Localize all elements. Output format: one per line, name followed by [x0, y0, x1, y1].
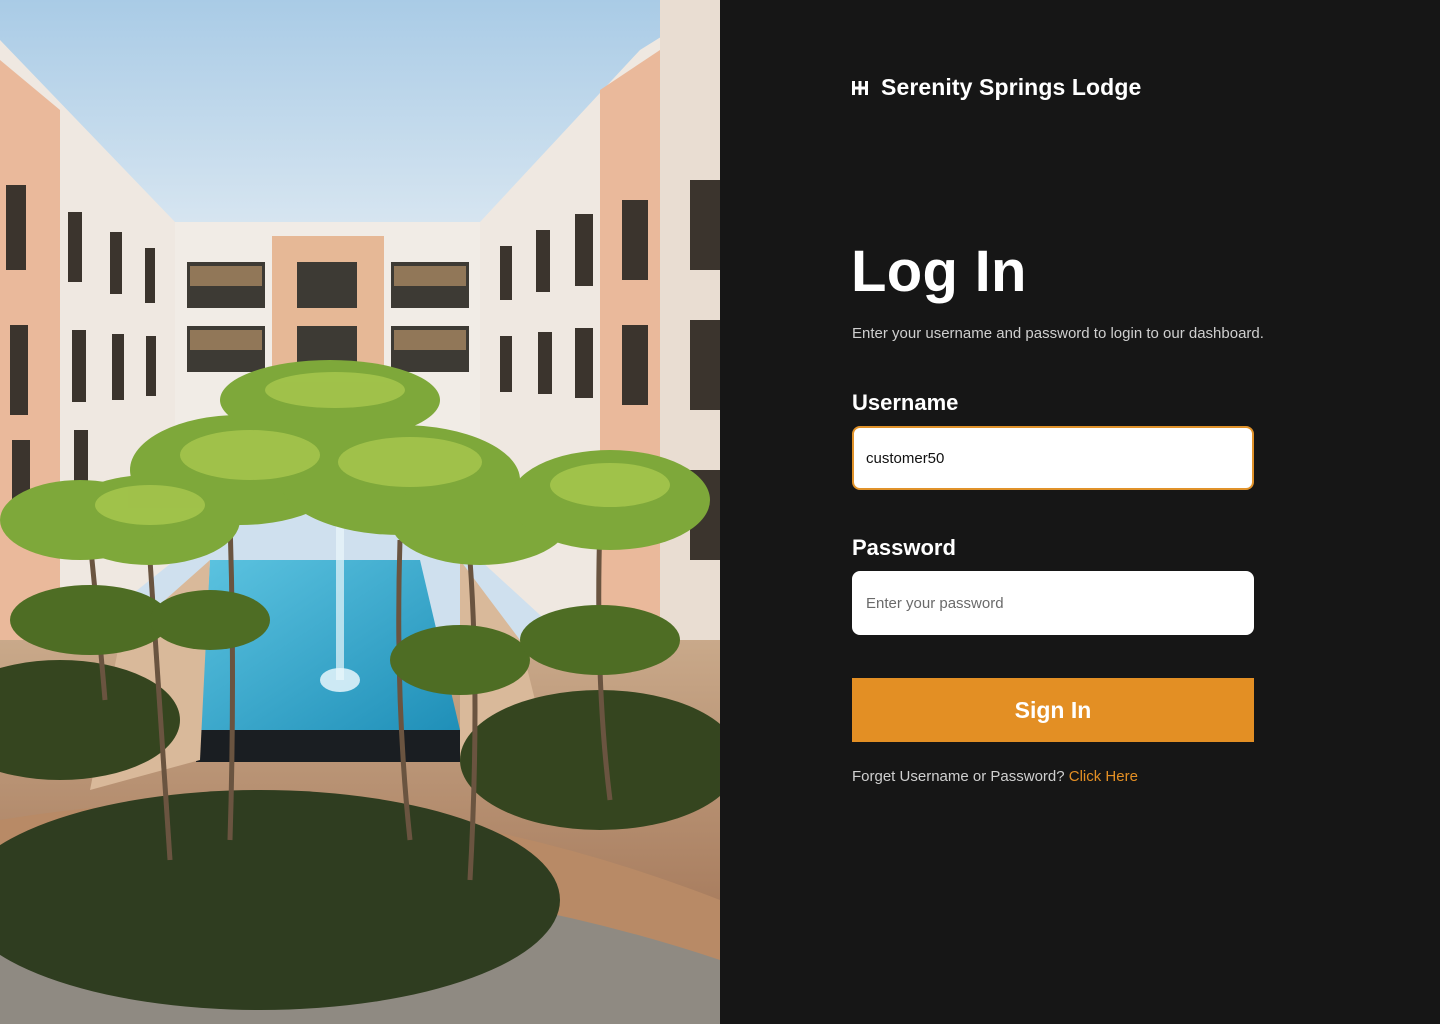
brand-name: Serenity Springs Lodge	[881, 74, 1142, 100]
password-label: Password	[852, 535, 956, 560]
forgot-text: Forget Username or Password?	[852, 768, 1065, 785]
hotel-courtyard-image	[0, 0, 720, 1024]
username-label: Username	[852, 390, 959, 415]
page-title: Log In	[851, 239, 1027, 304]
hotel-logo-icon	[852, 80, 868, 95]
login-page: Serenity Springs Lodge Log In Enter your…	[0, 0, 1440, 1024]
page-subtitle: Enter your username and password to logi…	[852, 325, 1264, 342]
brand: Serenity Springs Lodge	[851, 74, 1141, 101]
username-input[interactable]	[852, 426, 1254, 490]
password-input[interactable]	[852, 571, 1254, 635]
sign-in-button[interactable]: Sign In	[852, 678, 1254, 742]
forgot-credentials: Forget Username or Password? Click Here	[852, 768, 1138, 785]
forgot-click-here-link[interactable]: Click Here	[1069, 768, 1138, 785]
login-panel: Serenity Springs Lodge Log In Enter your…	[720, 0, 1440, 1024]
